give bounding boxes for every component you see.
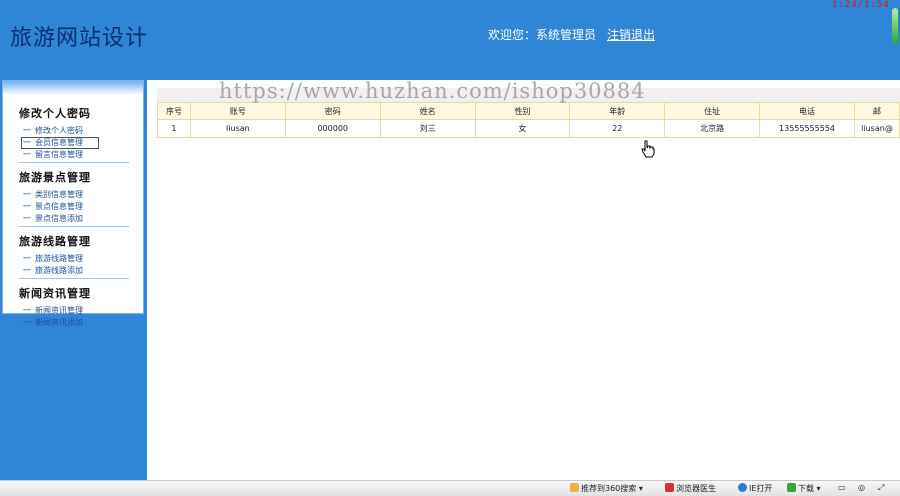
logout-link[interactable]: 注销退出 <box>607 26 655 43</box>
cell-account: liusan <box>189 119 286 138</box>
menu-group-route: 旅游线路管理 一旅游线路管理 一旅游线路添加 <box>3 227 143 279</box>
col-header-account: 账号 <box>189 102 286 120</box>
medical-cross-icon <box>665 483 674 492</box>
main-content: 序号 账号 密码 姓名 性别 年龄 住址 电话 邮 1 liusan 00000… <box>147 79 900 480</box>
site-title: 旅游网站设计 <box>10 26 149 51</box>
cell-password: 000000 <box>284 119 381 138</box>
shield-icon[interactable]: ◎ <box>858 483 865 492</box>
sidebar-item-message-manage[interactable]: 一留言信息管理 <box>3 149 143 161</box>
col-header-gender: 性别 <box>474 102 571 120</box>
cell-address: 北京路 <box>664 119 761 138</box>
sidebar-item-news-manage[interactable]: 一新闻资讯管理 <box>3 305 143 317</box>
video-timestamp: 1:24/1:54 <box>832 0 890 10</box>
search360-button[interactable]: 推荐到360搜索 ▾ <box>570 483 643 494</box>
cell-index: 1 <box>157 119 191 138</box>
col-header-password: 密码 <box>284 102 381 120</box>
col-header-index: 序号 <box>157 102 191 120</box>
cell-email: liusan@ <box>853 119 900 138</box>
sidebar-item-route-add[interactable]: 一旅游线路添加 <box>3 265 143 277</box>
cell-name: 刘三 <box>379 119 476 138</box>
sidebar-item-scenic-manage[interactable]: 一景点信息管理 <box>3 201 143 213</box>
welcome-text: 欢迎您：系统管理员 <box>488 28 597 42</box>
menu-group-scenic: 旅游景点管理 一类别信息管理 一景点信息管理 一景点信息添加 <box>3 163 143 227</box>
menu-title: 旅游线路管理 <box>19 235 91 248</box>
menu-title: 新闻资讯管理 <box>19 287 91 300</box>
sidebar-item-category-manage[interactable]: 一类别信息管理 <box>3 189 143 201</box>
expand-icon[interactable]: ⤢ <box>878 483 884 493</box>
cell-phone: 13555555554 <box>759 119 855 138</box>
ie-logo-icon <box>738 483 747 492</box>
cell-age: 22 <box>569 119 666 138</box>
watermark-text: https://www.huzhan.com/ishop30884 <box>219 79 646 103</box>
table-header-row: 序号 账号 密码 姓名 性别 年龄 住址 电话 邮 <box>157 102 900 120</box>
ie-open-button[interactable]: IE打开 <box>738 483 772 494</box>
sidebar-item-news-add[interactable]: 一新闻资讯添加 <box>3 317 143 329</box>
col-header-name: 姓名 <box>379 102 476 120</box>
col-header-age: 年龄 <box>569 102 666 120</box>
browser-doctor-button[interactable]: 浏览器医生 <box>665 483 716 494</box>
sidebar-item-scenic-add[interactable]: 一景点信息添加 <box>3 213 143 225</box>
cell-gender: 女 <box>474 119 571 138</box>
thumbs-up-icon <box>570 483 579 492</box>
menu-group-news: 新闻资讯管理 一新闻资讯管理 一新闻资讯添加 <box>3 279 143 329</box>
col-header-email: 邮 <box>853 102 900 120</box>
col-header-address: 住址 <box>664 102 761 120</box>
sidebar-item-member-manage[interactable]: 一会员信息管理 <box>21 137 99 149</box>
window-icon[interactable]: ▭ <box>838 483 846 492</box>
menu-group-password: 修改个人密码 一修改个人密码 一会员信息管理 一留言信息管理 <box>3 95 143 163</box>
col-header-phone: 电话 <box>759 102 855 120</box>
menu-title: 旅游景点管理 <box>19 171 91 184</box>
table-row[interactable]: 1 liusan 000000 刘三 女 22 北京路 13555555554 … <box>157 119 900 138</box>
browser-statusbar: 推荐到360搜索 ▾ 浏览器医生 IE打开 下载 ▾ ▭ ◎ ⤢ <box>0 480 900 496</box>
sidebar: 修改个人密码 一修改个人密码 一会员信息管理 一留言信息管理 旅游景点管理 一类… <box>2 80 144 327</box>
scroll-indicator[interactable] <box>892 8 898 44</box>
hand-cursor-icon <box>641 140 655 158</box>
member-table: 序号 账号 密码 姓名 性别 年龄 住址 电话 邮 1 liusan 00000… <box>157 102 900 138</box>
download-button[interactable]: 下载 ▾ <box>787 483 821 494</box>
sidebar-item-route-manage[interactable]: 一旅游线路管理 <box>3 253 143 265</box>
sidebar-item-change-password[interactable]: 一修改个人密码 <box>3 125 143 137</box>
menu-title: 修改个人密码 <box>19 107 91 120</box>
download-arrow-icon <box>787 483 796 492</box>
header: 旅游网站设计 欢迎您：系统管理员 注销退出 1:24/1:54 <box>0 0 900 78</box>
